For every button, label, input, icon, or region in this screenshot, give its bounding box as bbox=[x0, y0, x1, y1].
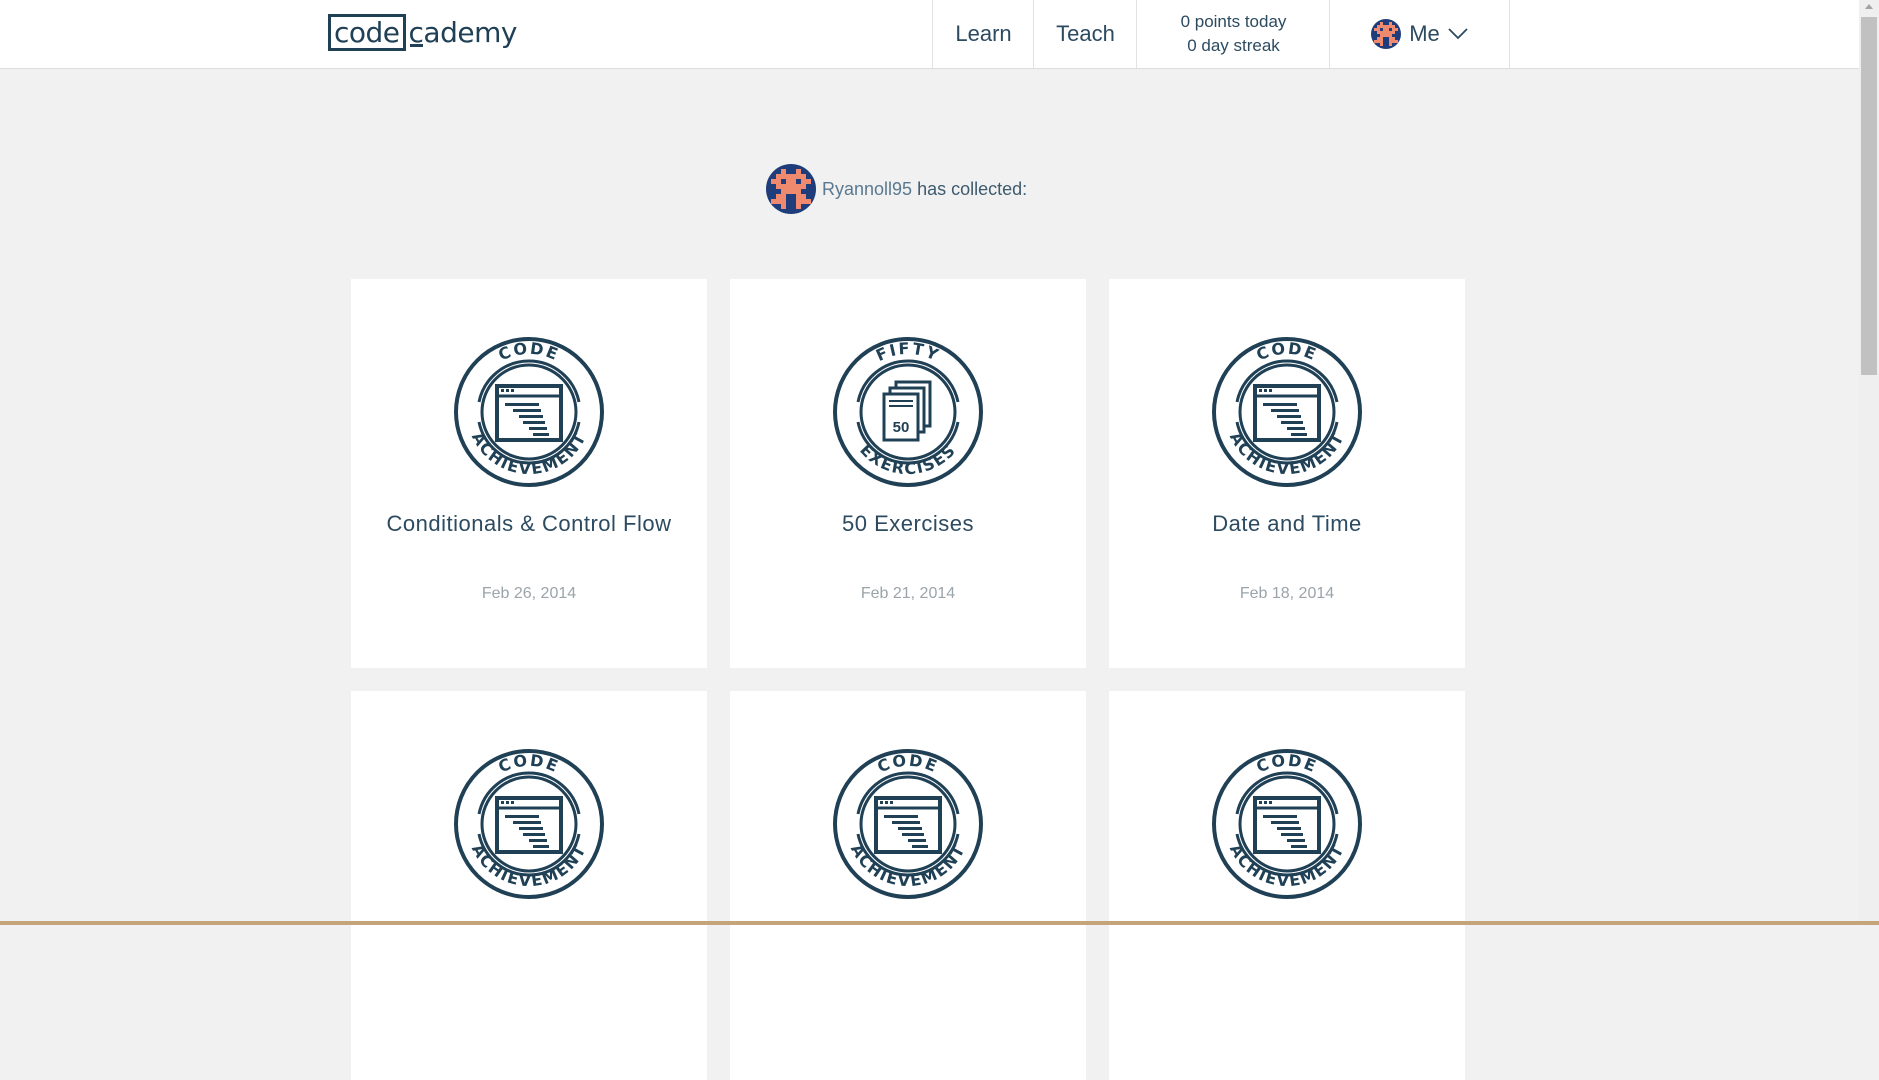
badge-card[interactable]: CODE ACHIEVEMENT bbox=[1109, 691, 1465, 1080]
scrollbar-thumb[interactable] bbox=[1861, 17, 1877, 375]
streak-stats: 0 points today 0 day streak bbox=[1136, 0, 1330, 68]
badge-date: Feb 26, 2014 bbox=[481, 585, 577, 602]
nav-learn-link[interactable]: Learn bbox=[932, 0, 1034, 68]
badge-title: Conditionals & Control Flow bbox=[386, 511, 672, 536]
day-streak: 0 day streak bbox=[1187, 36, 1280, 55]
collected-text: has collected: bbox=[917, 178, 1028, 199]
logo-cademy-text: cademy bbox=[408, 15, 518, 49]
taskbar-strip bbox=[0, 921, 1879, 925]
me-label: Me bbox=[1409, 21, 1440, 46]
badge-card[interactable]: CODE ACHIEVEMENT Date and Time Feb 18, 20… bbox=[1109, 279, 1465, 668]
avatar bbox=[1371, 19, 1402, 49]
code-achievement-badge-icon: CODE ACHIEVEMENT bbox=[1212, 337, 1362, 487]
collected-heading: Ryannoll95 has collected: bbox=[766, 164, 1027, 214]
top-navigation-bar: code cademy Learn Teach 0 points today 0… bbox=[0, 0, 1859, 69]
badge-title: Date and Time bbox=[1212, 511, 1362, 536]
user-avatar-icon[interactable] bbox=[766, 164, 816, 214]
code-achievement-badge-icon: CODE ACHIEVEMENT bbox=[1212, 749, 1362, 899]
badge-card[interactable]: CODE ACHIEVEMENT bbox=[351, 691, 707, 1080]
badge-date: Feb 18, 2014 bbox=[1239, 585, 1335, 602]
code-achievement-badge-icon: CODE ACHIEVEMENT bbox=[833, 749, 983, 899]
badge-title: 50 Exercises bbox=[842, 511, 974, 536]
badge-card[interactable]: CODE ACHIEVEMENT Conditionals & Control … bbox=[351, 279, 707, 668]
me-menu-button[interactable]: Me bbox=[1329, 0, 1510, 68]
svg-text:50: 50 bbox=[893, 419, 910, 436]
chevron-down-icon bbox=[1448, 28, 1468, 40]
code-achievement-badge-icon: CODE ACHIEVEMENT bbox=[454, 749, 604, 899]
nav-teach-link[interactable]: Teach bbox=[1033, 0, 1137, 68]
scroll-up-arrow-icon[interactable] bbox=[1865, 4, 1873, 9]
badge-card[interactable]: CODE ACHIEVEMENT bbox=[730, 691, 1086, 1080]
code-achievement-badge-icon: CODE ACHIEVEMENT bbox=[454, 337, 604, 487]
username-link[interactable]: Ryannoll95 bbox=[822, 179, 912, 200]
logo-code-box: code bbox=[328, 13, 406, 51]
badge-card[interactable]: FIFTY EXERCISES 50 50 Exercises Feb 21, 20… bbox=[730, 279, 1086, 668]
codecademy-logo[interactable]: code cademy bbox=[328, 13, 517, 51]
points-today: 0 points today bbox=[1180, 12, 1287, 31]
fifty-exercises-badge-icon: FIFTY EXERCISES 50 bbox=[833, 337, 983, 487]
badge-date: Feb 21, 2014 bbox=[860, 585, 956, 602]
svg-text:EXERCISES: EXERCISES bbox=[856, 440, 960, 478]
